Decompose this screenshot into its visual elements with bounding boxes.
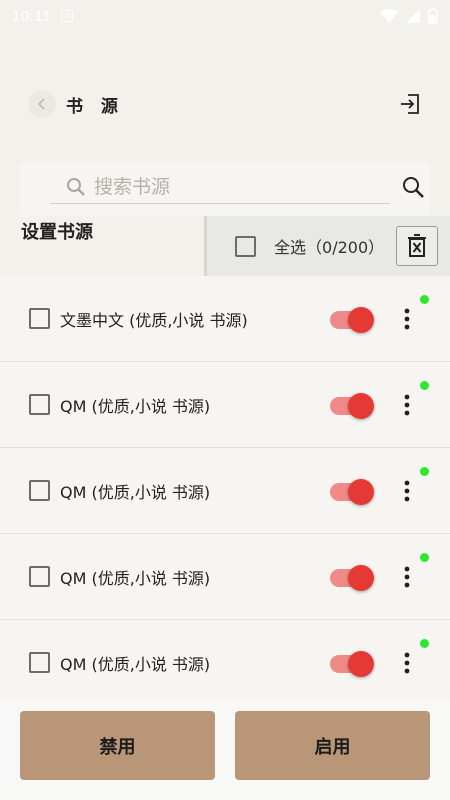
more-options-button[interactable] — [398, 649, 416, 677]
enable-button[interactable]: 启用 — [235, 711, 430, 780]
search-icon — [403, 177, 424, 198]
source-name: QM (优质,小说 书源) — [60, 568, 211, 588]
source-checkbox[interactable] — [29, 652, 50, 673]
source-enable-toggle[interactable] — [330, 565, 374, 591]
app-header: 书 源 — [0, 82, 450, 126]
source-checkbox[interactable] — [29, 566, 50, 587]
select-all-panel: 全选 （0/200） — [204, 216, 450, 276]
search-field — [50, 170, 390, 204]
more-vert-icon — [404, 480, 410, 502]
wifi-icon — [380, 9, 398, 23]
more-options-button[interactable] — [398, 477, 416, 505]
source-name: QM (优质,小说 书源) — [60, 654, 211, 674]
more-options-button[interactable] — [398, 305, 416, 333]
back-arrow-icon — [37, 98, 45, 110]
source-name: QM (优质,小说 书源) — [60, 396, 211, 416]
source-status-dot — [420, 639, 429, 648]
source-status-dot — [420, 295, 429, 304]
source-enable-toggle[interactable] — [330, 393, 374, 419]
section-title: 设置书源 — [21, 222, 93, 243]
search-button[interactable] — [398, 172, 428, 202]
delete-icon — [408, 234, 426, 257]
source-row[interactable]: QM (优质,小说 书源) — [0, 620, 450, 706]
more-options-button[interactable] — [398, 391, 416, 419]
source-enable-toggle[interactable] — [330, 651, 374, 677]
notification-icon: A — [60, 10, 73, 22]
delete-selected-button[interactable] — [396, 226, 438, 266]
source-checkbox[interactable] — [29, 308, 50, 329]
more-vert-icon — [404, 308, 410, 330]
more-vert-icon — [404, 566, 410, 588]
source-checkbox[interactable] — [29, 394, 50, 415]
status-icons — [380, 8, 438, 24]
search-card — [20, 162, 430, 216]
more-options-button[interactable] — [398, 563, 416, 591]
select-all-checkbox[interactable] — [235, 235, 256, 257]
battery-icon — [428, 8, 438, 24]
source-row[interactable]: 文墨中文 (优质,小说 书源) — [0, 276, 450, 362]
source-row[interactable]: QM (优质,小说 书源) — [0, 362, 450, 448]
search-hint-icon — [67, 177, 85, 196]
status-time: 10:11 — [12, 7, 51, 25]
source-name: 文墨中文 (优质,小说 书源) — [60, 310, 248, 330]
source-checkbox[interactable] — [29, 480, 50, 501]
source-status-dot — [420, 467, 429, 476]
back-button[interactable] — [28, 90, 56, 118]
source-enable-toggle[interactable] — [330, 479, 374, 505]
source-enable-toggle[interactable] — [330, 307, 374, 333]
disable-button[interactable]: 禁用 — [20, 711, 215, 780]
status-bar: 10:11 A — [0, 0, 450, 32]
selection-count: （0/200） — [306, 238, 385, 257]
import-icon — [401, 94, 419, 114]
search-input[interactable] — [94, 175, 354, 198]
signal-icon — [406, 9, 420, 23]
source-row[interactable]: QM (优质,小说 书源) — [0, 448, 450, 534]
select-all-label: 全选 — [274, 238, 307, 257]
source-list: 文墨中文 (优质,小说 书源) QM (优质,小说 书源) QM (优质,小说 … — [0, 276, 450, 706]
source-status-dot — [420, 381, 429, 390]
more-vert-icon — [404, 394, 410, 416]
source-status-dot — [420, 553, 429, 562]
source-name: QM (优质,小说 书源) — [60, 482, 211, 502]
import-button[interactable] — [396, 90, 424, 118]
more-vert-icon — [404, 652, 410, 674]
page-title: 书 源 — [66, 96, 124, 117]
bottom-action-bar: 禁用 启用 — [0, 700, 450, 800]
source-row[interactable]: QM (优质,小说 书源) — [0, 534, 450, 620]
